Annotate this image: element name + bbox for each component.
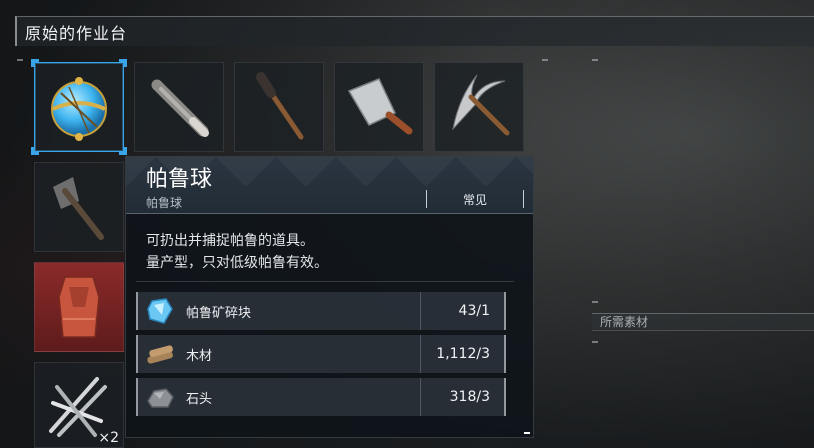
- window-title-bar: 原始的作业台: [15, 16, 814, 46]
- item-quantity: ×2: [98, 430, 119, 446]
- item-slot-cleaver[interactable]: [334, 62, 424, 152]
- selection-corner: [31, 147, 39, 155]
- selection-corner: [119, 59, 127, 67]
- description-line: 量产型，只对低级帕鲁有效。: [146, 255, 328, 271]
- material-row: 帕鲁矿碎块 43/1: [136, 292, 506, 330]
- item-slot-torch[interactable]: [234, 62, 324, 152]
- stone-icon: [138, 378, 182, 416]
- item-description: 可扔出并捕捉帕鲁的道具。 量产型，只对低级帕鲁有效。: [146, 230, 328, 274]
- rarity-badge: 常见: [426, 190, 524, 208]
- item-name: 帕鲁球: [146, 167, 213, 192]
- axe-icon: [53, 177, 104, 240]
- item-subname: 帕鲁球: [146, 196, 183, 210]
- material-name: 石头: [186, 391, 213, 407]
- description-line: 可扔出并捕捉帕鲁的道具。: [146, 233, 314, 249]
- item-slot-club[interactable]: [134, 62, 224, 152]
- material-name: 木材: [186, 348, 213, 364]
- material-row: 木材 1,112/3: [136, 335, 506, 373]
- item-slot-nails[interactable]: ×2: [34, 362, 124, 448]
- item-slot-pal-sphere[interactable]: [31, 59, 127, 155]
- pal-ore-icon: [138, 292, 182, 330]
- pickaxe-icon: [452, 74, 510, 136]
- rarity-label: 常见: [462, 192, 487, 207]
- material-count: 318/3: [420, 378, 504, 416]
- selection-corner: [119, 147, 127, 155]
- item-slot-axe[interactable]: [34, 162, 124, 252]
- pal-sphere-icon: [51, 77, 107, 141]
- window-title: 原始的作业台: [25, 23, 128, 43]
- cloth-outfit-icon: [58, 276, 100, 338]
- grid-marker: [17, 59, 23, 61]
- grid-marker: [592, 301, 598, 303]
- wood-icon: [138, 335, 182, 373]
- item-slot-pickaxe[interactable]: [434, 62, 524, 152]
- grid-marker: [592, 59, 598, 61]
- item-slot-cloth-outfit[interactable]: [34, 262, 124, 352]
- material-name: 帕鲁矿碎块: [186, 305, 252, 321]
- panel-corner: [524, 432, 530, 434]
- torch-icon: [256, 72, 304, 140]
- club-icon: [151, 79, 209, 137]
- selection-corner: [31, 59, 39, 67]
- material-count: 43/1: [420, 292, 504, 330]
- item-detail-panel: 帕鲁球 帕鲁球 常见 可扔出并捕捉帕鲁的道具。 量产型，只对低级帕鲁有效。 帕鲁…: [125, 156, 534, 438]
- required-materials-label: 所需素材: [592, 313, 814, 331]
- cleaver-icon: [347, 78, 413, 135]
- grid-marker: [542, 59, 548, 61]
- detail-header: 帕鲁球 帕鲁球 常见: [126, 157, 533, 214]
- divider: [136, 281, 514, 282]
- material-count: 1,112/3: [420, 335, 504, 373]
- grid-marker: [592, 341, 598, 343]
- material-row: 石头 318/3: [136, 378, 506, 416]
